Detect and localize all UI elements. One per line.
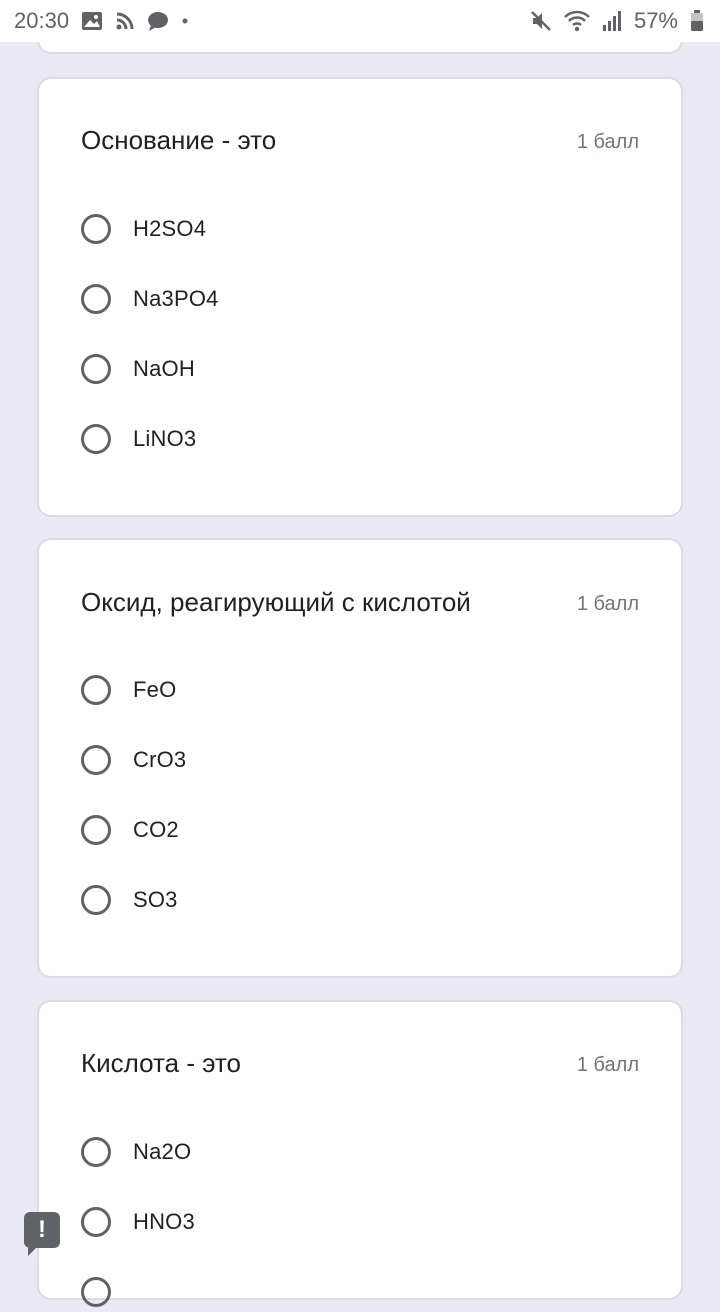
option-label: CO2 bbox=[133, 817, 179, 842]
radio-option[interactable]: Na3PO4 bbox=[81, 279, 219, 319]
radio-button[interactable] bbox=[81, 424, 111, 454]
radio-option[interactable]: NaOH bbox=[81, 349, 195, 389]
option-label: H2SO4 bbox=[133, 216, 207, 241]
signal-icon bbox=[602, 10, 622, 32]
report-icon[interactable]: ! bbox=[24, 1212, 60, 1256]
question-points: 1 балл bbox=[576, 593, 639, 615]
radio-option[interactable]: H2SO4 bbox=[81, 209, 206, 249]
question-title: Оксид, реагирующий с кислотой bbox=[81, 587, 471, 617]
question-title: Основание - это bbox=[81, 125, 277, 155]
radio-option[interactable]: HNO3 bbox=[81, 1202, 195, 1242]
radio-button[interactable] bbox=[81, 1137, 111, 1167]
radio-option[interactable]: CrO3 bbox=[81, 740, 186, 780]
wifi-icon bbox=[564, 10, 590, 32]
rss-icon bbox=[115, 11, 135, 31]
chat-icon bbox=[147, 11, 169, 31]
status-bar-right: 57% bbox=[530, 8, 704, 34]
mute-icon bbox=[530, 10, 552, 32]
question-points: 1 балл bbox=[576, 1054, 639, 1076]
option-label: LiNO3 bbox=[133, 426, 197, 451]
radio-button[interactable] bbox=[81, 745, 111, 775]
radio-option[interactable]: Na2O bbox=[81, 1132, 191, 1172]
option-label: Na2O bbox=[133, 1139, 192, 1164]
radio-option[interactable]: LiNO3 bbox=[81, 419, 196, 459]
status-bar-left: 20:30 bbox=[14, 8, 189, 34]
option-label: NaOH bbox=[133, 356, 195, 381]
radio-button[interactable] bbox=[81, 885, 111, 915]
radio-button[interactable] bbox=[81, 214, 111, 244]
radio-button[interactable] bbox=[81, 354, 111, 384]
battery-percent: 57% bbox=[633, 8, 678, 33]
radio-button[interactable] bbox=[81, 1207, 111, 1237]
question-card: Кислота - это 1 балл Na2O HNO3 bbox=[37, 1000, 683, 1307]
radio-button[interactable] bbox=[81, 1277, 111, 1307]
question-title: Кислота - это bbox=[81, 1048, 241, 1078]
option-label: Na3PO4 bbox=[133, 286, 219, 311]
radio-option[interactable]: FeO bbox=[81, 670, 176, 710]
option-label: SO3 bbox=[133, 887, 178, 912]
question-points: 1 балл bbox=[576, 131, 639, 153]
question-card: Оксид, реагирующий с кислотой 1 балл FeO… bbox=[37, 538, 683, 978]
radio-button[interactable] bbox=[81, 815, 111, 845]
gallery-icon bbox=[81, 11, 103, 31]
option-label: CrO3 bbox=[133, 747, 187, 772]
radio-button[interactable] bbox=[81, 675, 111, 705]
option-label: HNO3 bbox=[133, 1209, 195, 1234]
status-bar: 20:30 57% bbox=[0, 0, 720, 42]
option-label: FeO bbox=[133, 677, 177, 702]
radio-option[interactable]: CO2 bbox=[81, 810, 179, 850]
radio-option[interactable]: SO3 bbox=[81, 880, 178, 920]
question-card: Основание - это 1 балл H2SO4 Na3PO4 NaOH… bbox=[37, 77, 683, 517]
radio-option[interactable] bbox=[81, 1272, 111, 1312]
battery-icon bbox=[690, 10, 704, 32]
dot-icon bbox=[181, 17, 189, 25]
radio-button[interactable] bbox=[81, 284, 111, 314]
status-time: 20:30 bbox=[14, 8, 70, 33]
